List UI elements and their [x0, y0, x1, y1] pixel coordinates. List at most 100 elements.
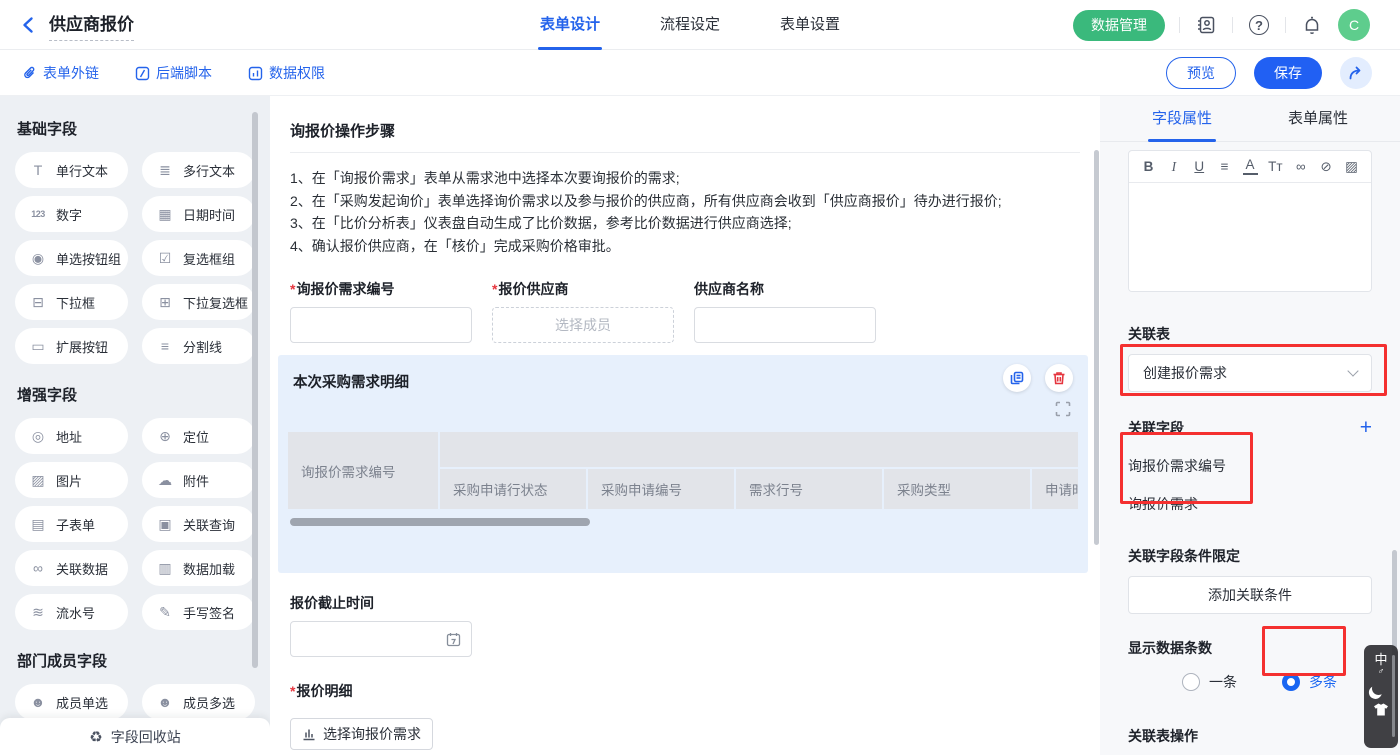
sidebar-item-serial-number[interactable]: ≋流水号: [15, 594, 128, 630]
sidebar-item-member-multi[interactable]: ☻成员多选: [142, 684, 255, 720]
sidebar-item-single-line-text[interactable]: T单行文本: [15, 152, 128, 188]
sidebar-item-checkbox-group[interactable]: ☑复选框组: [142, 240, 255, 276]
tab-form-setting[interactable]: 表单设置: [780, 0, 840, 50]
script-icon: [135, 66, 150, 81]
back-button[interactable]: [20, 16, 38, 34]
fields-row: *询报价需求编号 *报价供应商 选择成员 供应商名称: [290, 279, 1080, 343]
avatar[interactable]: C: [1338, 9, 1370, 41]
unlink-icon[interactable]: ⊘: [1319, 159, 1334, 175]
tab-form-properties[interactable]: 表单属性: [1288, 96, 1348, 142]
subform-icon: ▤: [28, 516, 48, 533]
data-manage-button[interactable]: 数据管理: [1073, 10, 1165, 41]
item-label: 关联查询: [183, 515, 235, 534]
insert-image-icon[interactable]: ▨: [1344, 159, 1359, 175]
add-assoc-field-button[interactable]: +: [1360, 419, 1372, 437]
expand-fullscreen-icon[interactable]: [1055, 401, 1071, 422]
assoc-field-item[interactable]: 询报价需求编号: [1128, 456, 1372, 476]
sidebar-item-location[interactable]: ⊕定位: [142, 418, 255, 454]
share-button[interactable]: [1340, 57, 1372, 89]
assoc-fields-label: 关联字段: [1128, 418, 1184, 438]
sidebar-item-attachment[interactable]: ☁附件: [142, 462, 255, 498]
preview-button[interactable]: 预览: [1166, 57, 1236, 89]
bell-icon[interactable]: [1300, 13, 1324, 37]
supplier-name-input[interactable]: [694, 307, 876, 343]
quote-deadline-input[interactable]: [290, 621, 472, 657]
font-color-icon[interactable]: A: [1243, 158, 1258, 175]
sidebar-item-linked-query[interactable]: ▣ 关联查询: [142, 506, 255, 542]
select-inquiry-request-button[interactable]: 选择询报价需求: [290, 718, 433, 750]
sidebar-item-subform[interactable]: ▤子表单: [15, 506, 128, 542]
sidebar-item-signature[interactable]: ✎手写签名: [142, 594, 255, 630]
sidebar-item-address[interactable]: ◎地址: [15, 418, 128, 454]
sidebar-item-member-single[interactable]: ☻成员单选: [15, 684, 128, 720]
copy-component-button[interactable]: [1003, 364, 1031, 392]
field-inquiry-request-no[interactable]: *询报价需求编号: [290, 279, 472, 343]
field-quote-detail[interactable]: *报价明细 选择询报价需求 询报价需求编号 采购申请编号 需求行号 产品编号 产…: [290, 681, 1080, 755]
detail-table-hscrollbar[interactable]: [290, 518, 590, 526]
sidebar-item-dropdown-multi[interactable]: ⊞下拉复选框: [142, 284, 255, 320]
step-line: 2、在「采购发起询价」表单选择询价需求以及参与报价的供应商，所有供应商会收到「供…: [290, 190, 1080, 213]
field-supplier-name[interactable]: 供应商名称: [694, 279, 876, 343]
data-permission-link[interactable]: 数据权限: [248, 63, 325, 83]
page-title: 供应商报价: [49, 10, 134, 41]
sidebar-item-data-load[interactable]: ▥数据加载: [142, 550, 255, 586]
radio-single[interactable]: 一条: [1182, 672, 1237, 692]
radio-off-icon: [1182, 673, 1200, 691]
sidebar-item-datetime[interactable]: ▦日期时间: [142, 196, 255, 232]
paperclip-icon: [22, 66, 37, 81]
sidebar-item-number[interactable]: 123数字: [15, 196, 128, 232]
sidebar-item-radio-group[interactable]: ◉单选按钮组: [15, 240, 128, 276]
steps-component[interactable]: 询报价操作步骤 1、在「询报价需求」表单从需求池中选择本次要询报价的需求; 2、…: [290, 120, 1080, 257]
save-button[interactable]: 保存: [1254, 57, 1322, 89]
purchase-detail-component-selected[interactable]: 本次采购需求明细 询报价需求编号 采购申请行状态 采购申请编号 需求行号 采购类…: [278, 355, 1088, 573]
field-quote-supplier[interactable]: *报价供应商 选择成员: [492, 279, 674, 343]
link-icon[interactable]: ∞: [1293, 159, 1308, 174]
help-icon[interactable]: ?: [1247, 13, 1271, 37]
quote-supplier-picker[interactable]: 选择成员: [492, 307, 674, 343]
divider: [1285, 17, 1286, 33]
italic-icon[interactable]: I: [1166, 159, 1181, 175]
radio-multiple[interactable]: 多条: [1282, 672, 1337, 692]
dark-mode-moon-icon[interactable]: [1370, 681, 1386, 697]
sidebar-item-multi-line-text[interactable]: ≣多行文本: [142, 152, 255, 188]
tab-flow-setting[interactable]: 流程设定: [660, 0, 720, 50]
align-icon[interactable]: ≡: [1217, 159, 1232, 174]
linked-query-icon: ▣: [155, 516, 175, 533]
assoc-table-select[interactable]: 创建报价需求: [1128, 354, 1372, 392]
assoc-field-item[interactable]: 询报价需求: [1128, 494, 1372, 514]
sidebar-scrollbar[interactable]: [252, 112, 258, 668]
canvas-scrollbar[interactable]: [1094, 150, 1099, 545]
contacts-icon[interactable]: [1194, 13, 1218, 37]
assoc-fields-header: 关联字段 +: [1128, 418, 1372, 438]
sidebar-item-extend-button[interactable]: ▭扩展按钮: [15, 328, 128, 364]
display-count-label: 显示数据条数: [1128, 638, 1372, 658]
delete-component-button[interactable]: [1045, 364, 1073, 392]
bold-icon[interactable]: B: [1141, 159, 1156, 174]
data-load-icon: ▥: [155, 560, 175, 577]
inquiry-request-no-input[interactable]: [290, 307, 472, 343]
data-permission-label: 数据权限: [269, 63, 325, 83]
field-quote-deadline[interactable]: 报价截止时间: [290, 593, 1080, 657]
backend-script-link[interactable]: 后端脚本: [135, 63, 212, 83]
sidebar-item-linked-data[interactable]: ∞关联数据: [15, 550, 128, 586]
detail-column: 采购申请行状态: [440, 469, 586, 509]
field-label: *报价供应商: [492, 279, 674, 299]
sidebar-item-dropdown[interactable]: ⊟下拉框: [15, 284, 128, 320]
add-condition-button[interactable]: 添加关联条件: [1128, 576, 1372, 614]
underline-icon[interactable]: U: [1192, 159, 1207, 174]
font-size-icon[interactable]: Tт: [1268, 159, 1283, 174]
tab-form-design[interactable]: 表单设计: [540, 0, 600, 50]
sidebar-item-image[interactable]: ▨图片: [15, 462, 128, 498]
editor-body[interactable]: [1129, 183, 1371, 292]
detail-column: 采购类型: [884, 469, 1030, 509]
tab-field-properties[interactable]: 字段属性: [1152, 96, 1212, 142]
field-recycle-bin[interactable]: ♻ 字段回收站: [0, 718, 270, 755]
radio-single-label: 一条: [1209, 672, 1237, 692]
form-external-link[interactable]: 表单外链: [22, 63, 99, 83]
section-title-enhanced-fields: 增强字段: [17, 384, 255, 405]
browser-extension-widget[interactable]: 中 ♂: [1364, 645, 1398, 748]
theme-shirt-icon[interactable]: [1373, 703, 1389, 716]
sidebar-item-divider-line[interactable]: ≡分割线: [142, 328, 255, 364]
detail-group-header: [440, 432, 1078, 467]
translate-toggle[interactable]: 中: [1374, 653, 1387, 666]
